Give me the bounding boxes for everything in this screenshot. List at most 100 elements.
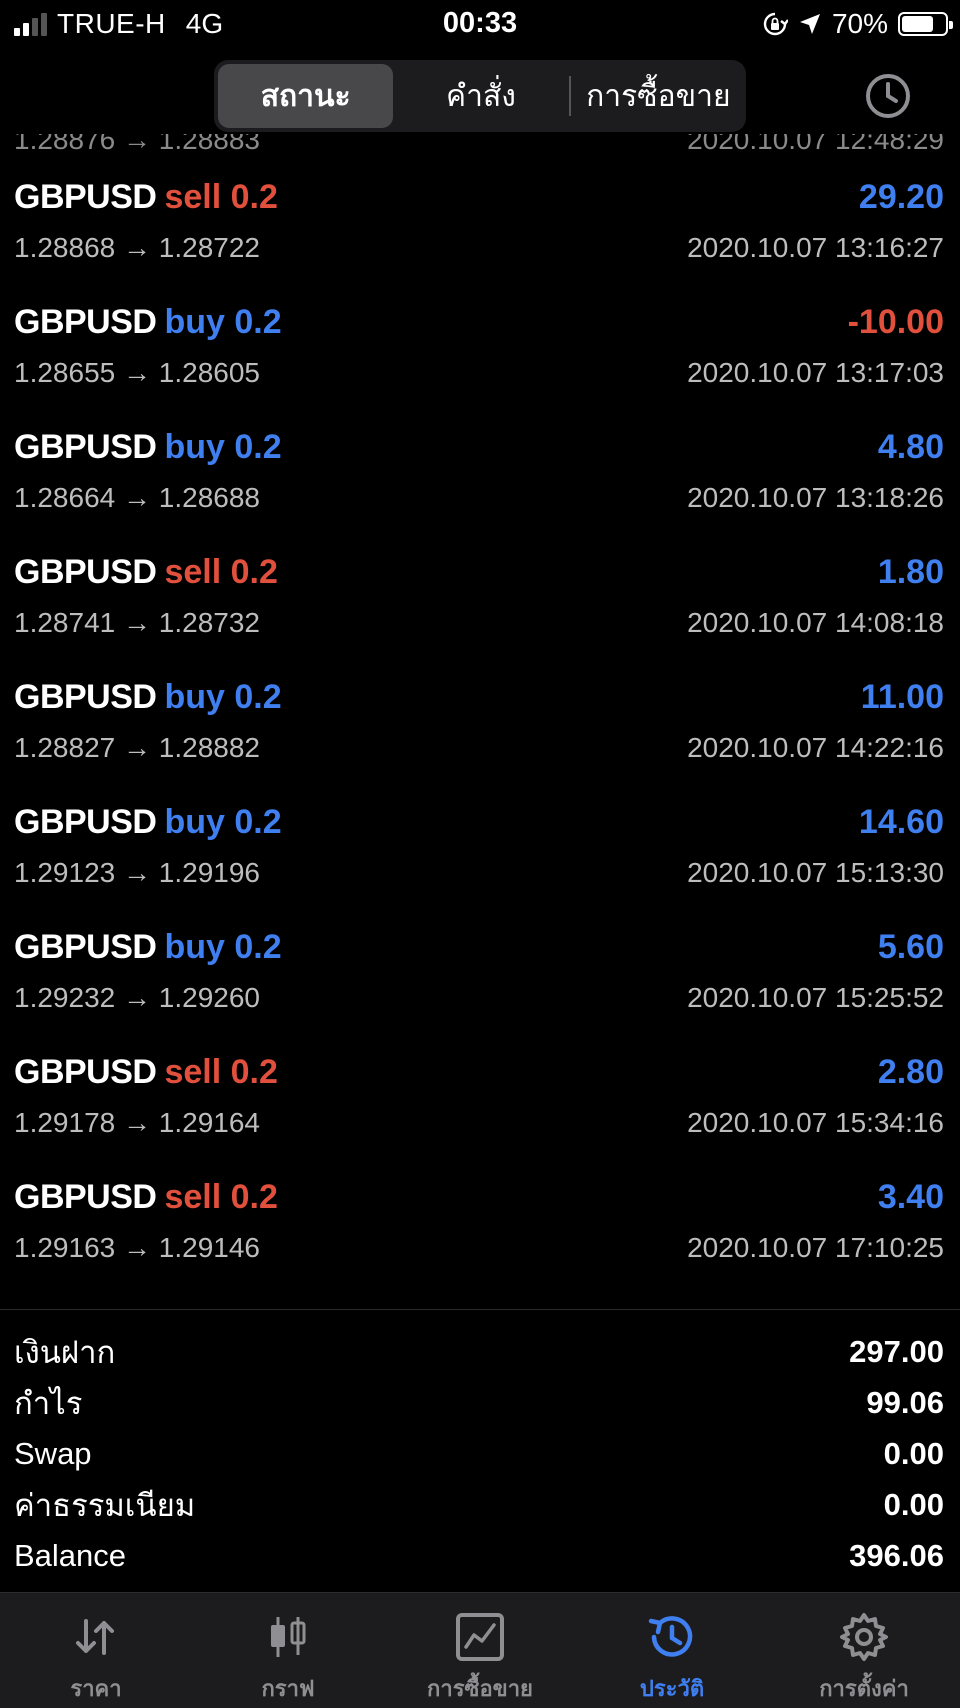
deal-header: GBPUSD buy 0.2 4.80	[14, 422, 944, 472]
battery-percent: 70%	[831, 8, 888, 39]
deal-symbol: GBPUSD	[14, 927, 157, 966]
deal-details: 1.29163 → 1.29146 2020.10.07 17:10:25	[14, 1230, 944, 1266]
list-item[interactable]: GBPUSD buy 0.2 -10.00 1.28655 → 1.28605 2020…	[0, 287, 960, 412]
summary-value: 0.00	[883, 1435, 944, 1471]
deal-profit: 11.00	[860, 677, 944, 716]
deal-profit: 2.80	[877, 1052, 944, 1091]
deal-side-volume: sell 0.2	[164, 1052, 278, 1091]
tab-quotes[interactable]: ราคา	[0, 1593, 192, 1708]
deal-symbol: GBPUSD	[14, 1177, 157, 1216]
list-item[interactable]: GBPUSD sell 0.2 29.20 1.28868 → 1.28722 2020…	[0, 162, 960, 287]
deal-symbol: GBPUSD	[14, 302, 157, 341]
deal-header: GBPUSD sell 0.2 29.20	[14, 172, 944, 222]
deal-symbol: GBPUSD	[14, 802, 157, 841]
deal-details: 1.29232 → 1.29260 2020.10.07 15:25:52	[14, 980, 944, 1016]
deal-title: GBPUSD sell 0.2	[14, 1053, 278, 1092]
location-arrow-icon	[799, 14, 820, 34]
bottom-tab-bar: ราคา กราฟ การซื้อขาย ประวัติ การตั้งค่า	[0, 1592, 960, 1708]
summary-value: 297.00	[849, 1333, 944, 1369]
list-item[interactable]: GBPUSD sell 0.2 3.40 1.29163 → 1.29146 2020.…	[0, 1162, 960, 1287]
deal-side-volume: sell 0.2	[164, 1177, 278, 1216]
deal-prices: 1.28741 → 1.28732	[14, 607, 260, 638]
deal-details: 1.28655 → 1.28605 2020.10.07 13:17:03	[14, 355, 944, 391]
period-clock-icon[interactable]	[864, 72, 912, 120]
deal-title: GBPUSD sell 0.2	[14, 178, 278, 217]
account-summary: เงินฝาก 297.00 กำไร 99.06 Swap 0.00 ค่าธ…	[0, 1309, 960, 1581]
summary-label: กำไร	[14, 1385, 83, 1421]
rotation-lock-icon	[763, 12, 788, 36]
deal-profit: 5.60	[877, 927, 944, 966]
deal-details: 1.29178 → 1.29164 2020.10.07 15:34:16	[14, 1105, 944, 1141]
deal-header: GBPUSD buy 0.2 14.60	[14, 797, 944, 847]
segment-deals[interactable]: การซื้อขาย	[571, 64, 746, 128]
list-item[interactable]: GBPUSD buy 0.2 5.60 1.29232 → 1.29260 2020.1…	[0, 912, 960, 1037]
deal-details: 1.29123 → 1.29196 2020.10.07 15:13:30	[14, 855, 944, 891]
deal-header: GBPUSD buy 0.2 11.00	[14, 672, 944, 722]
summary-label: เงินฝาก	[14, 1334, 116, 1370]
deal-details: 1.28664 → 1.28688 2020.10.07 13:18:26	[14, 480, 944, 516]
deal-side-volume: sell 0.2	[164, 552, 278, 591]
trade-chart-icon	[456, 1613, 504, 1661]
deal-prices: 1.28876 → 1.28883	[14, 134, 260, 155]
deal-details: 1.28868 → 1.28722 2020.10.07 13:16:27	[14, 230, 944, 266]
deal-title: GBPUSD sell 0.2	[14, 1178, 278, 1217]
gear-icon	[840, 1613, 888, 1661]
list-item[interactable]: GBPUSD buy 0.2 4.80 1.28664 → 1.28688 2020.1…	[0, 412, 960, 537]
deal-time: 2020.10.07 14:08:18	[687, 607, 944, 638]
deal-time: 2020.10.07 17:10:25	[687, 1232, 944, 1263]
deal-time: 2020.10.07 13:17:03	[687, 357, 944, 388]
deal-time: 2020.10.07 15:34:16	[687, 1107, 944, 1138]
deal-profit: 4.80	[877, 427, 944, 466]
summary-label: Swap	[14, 1435, 92, 1471]
status-bar: TRUE-H 4G 00:33 70%	[0, 0, 960, 50]
deals-list[interactable]: 1.28876 → 1.28883 2020.10.07 12:48:29 GB…	[0, 134, 960, 1309]
deal-header: GBPUSD sell 0.2 3.40	[14, 1172, 944, 1222]
deal-time: 2020.10.07 15:25:52	[687, 982, 944, 1013]
deal-time: 2020.10.07 12:48:29	[687, 134, 944, 155]
tab-history[interactable]: ประวัติ	[576, 1593, 768, 1708]
summary-row-commission: ค่าธรรมเนียม 0.00	[0, 1479, 960, 1530]
deal-details: 1.28827 → 1.28882 2020.10.07 14:22:16	[14, 730, 944, 766]
deal-header: GBPUSD buy 0.2 -10.00	[14, 297, 944, 347]
tab-trade[interactable]: การซื้อขาย	[384, 1593, 576, 1708]
deal-time: 2020.10.07 15:13:30	[687, 857, 944, 888]
list-item[interactable]: GBPUSD buy 0.2 11.00 1.28827 → 1.28882 2020.…	[0, 662, 960, 787]
summary-value: 396.06	[849, 1537, 944, 1573]
deal-header: GBPUSD sell 0.2 2.80	[14, 1047, 944, 1097]
deal-side-volume: buy 0.2	[164, 802, 282, 841]
summary-row-swap: Swap 0.00	[0, 1428, 960, 1479]
deal-prices: 1.29178 → 1.29164	[14, 1107, 260, 1138]
tab-settings[interactable]: การตั้งค่า	[768, 1593, 960, 1708]
segment-orders[interactable]: คำสั่ง	[393, 64, 568, 128]
deal-header: GBPUSD buy 0.2 5.60	[14, 922, 944, 972]
battery-icon	[898, 12, 953, 36]
list-item[interactable]: GBPUSD sell 0.2 1.80 1.28741 → 1.28732 2020.…	[0, 537, 960, 662]
list-item[interactable]: GBPUSD sell 0.2 2.80 1.29178 → 1.29164 2020.…	[0, 1037, 960, 1162]
deal-time: 2020.10.07 14:22:16	[687, 732, 944, 763]
deal-title: GBPUSD buy 0.2	[14, 428, 282, 467]
deal-title: GBPUSD buy 0.2	[14, 303, 282, 342]
deal-symbol: GBPUSD	[14, 677, 157, 716]
summary-value: 0.00	[883, 1486, 944, 1522]
deal-prices: 1.28868 → 1.28722	[14, 232, 260, 263]
list-item[interactable]: 1.28876 → 1.28883 2020.10.07 12:48:29	[0, 134, 960, 162]
quotes-arrows-icon	[76, 1619, 114, 1655]
tab-label: ราคา	[70, 1676, 122, 1701]
tab-label: การตั้งค่า	[819, 1676, 909, 1701]
deal-side-volume: buy 0.2	[164, 927, 282, 966]
tab-chart[interactable]: กราฟ	[192, 1593, 384, 1708]
deal-details: 1.28741 → 1.28732 2020.10.07 14:08:18	[14, 605, 944, 641]
history-clock-icon	[648, 1616, 693, 1657]
segment-status[interactable]: สถานะ	[218, 64, 394, 128]
deal-title: GBPUSD sell 0.2	[14, 553, 278, 592]
deal-prices: 1.29232 → 1.29260	[14, 982, 260, 1013]
deal-side-volume: buy 0.2	[164, 302, 282, 341]
summary-label: ค่าธรรมเนียม	[14, 1487, 196, 1523]
deal-time: 2020.10.07 13:16:27	[687, 232, 944, 263]
list-item[interactable]: GBPUSD buy 0.2 14.60 1.29123 → 1.29196 2020.…	[0, 787, 960, 912]
deal-details: 1.28876 → 1.28883 2020.10.07 12:48:29	[14, 134, 944, 158]
deal-prices: 1.29123 → 1.29196	[14, 857, 260, 888]
deal-title: GBPUSD buy 0.2	[14, 803, 282, 842]
deal-side-volume: buy 0.2	[164, 677, 282, 716]
candlestick-chart-icon	[271, 1617, 306, 1657]
